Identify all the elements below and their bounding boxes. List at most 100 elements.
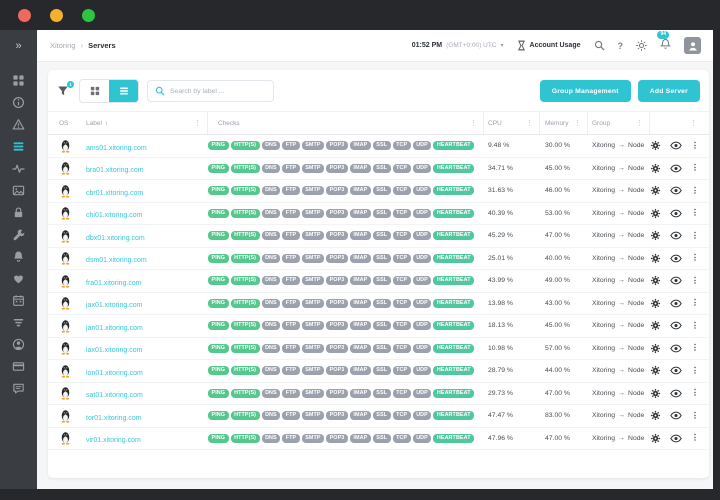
sidebar-item-calendar-icon[interactable]	[8, 294, 30, 307]
row-menu-dots-icon[interactable]: ⋮	[691, 389, 699, 397]
settings-gear-icon[interactable]	[650, 275, 661, 286]
group-cell[interactable]: Xitoring → Node	[588, 390, 650, 397]
row-menu-dots-icon[interactable]: ⋮	[691, 322, 699, 330]
group-cell[interactable]: Xitoring → Node	[588, 232, 650, 239]
list-view-button[interactable]	[109, 80, 138, 102]
row-menu-dots-icon[interactable]: ⋮	[691, 367, 699, 375]
group-cell[interactable]: Xitoring → Node	[588, 277, 650, 284]
column-menu-icon[interactable]: ⋮	[572, 119, 583, 127]
search-input[interactable]	[170, 88, 266, 95]
sidebar-item-lock-icon[interactable]	[8, 206, 30, 219]
group-cell[interactable]: Xitoring → Node	[588, 142, 650, 149]
view-eye-icon[interactable]	[670, 299, 682, 308]
settings-gear-icon[interactable]	[650, 320, 661, 331]
sidebar-item-chat-icon[interactable]	[8, 382, 30, 395]
column-menu-icon[interactable]: ⋮	[192, 119, 203, 127]
sidebar-item-wrench-icon[interactable]	[8, 228, 30, 241]
row-menu-dots-icon[interactable]: ⋮	[691, 187, 699, 195]
view-eye-icon[interactable]	[670, 344, 682, 353]
settings-gear-icon[interactable]	[650, 298, 661, 309]
row-menu-dots-icon[interactable]: ⋮	[691, 277, 699, 285]
group-cell[interactable]: Xitoring → Node	[588, 367, 650, 374]
sidebar-item-card-icon[interactable]	[8, 360, 30, 373]
breadcrumb-root[interactable]: Xitoring	[50, 41, 75, 50]
server-label-link[interactable]: sat01.xitoring.com	[86, 392, 143, 399]
view-eye-icon[interactable]	[670, 434, 682, 443]
server-label-link[interactable]: dsm01.xitoring.com	[86, 257, 147, 264]
view-eye-icon[interactable]	[670, 321, 682, 330]
view-eye-icon[interactable]	[670, 231, 682, 240]
row-menu-dots-icon[interactable]: ⋮	[691, 412, 699, 420]
server-label-link[interactable]: dbx01.xitoring.com	[86, 235, 145, 242]
add-server-button[interactable]: Add Server	[638, 80, 700, 102]
column-header-cpu[interactable]: CPU ⋮	[484, 112, 540, 134]
column-menu-icon[interactable]: ⋮	[524, 119, 535, 127]
row-menu-dots-icon[interactable]: ⋮	[691, 164, 699, 172]
group-cell[interactable]: Xitoring → Node	[588, 210, 650, 217]
column-menu-icon[interactable]: ⋮	[468, 119, 479, 127]
group-cell[interactable]: Xitoring → Node	[588, 165, 650, 172]
timezone-selector[interactable]: 01:52 PM (GMT+0:00) UTC ▾	[412, 42, 504, 49]
group-cell[interactable]: Xitoring → Node	[588, 435, 650, 442]
sidebar-item-filter-lines-icon[interactable]	[8, 316, 30, 329]
settings-gear-icon[interactable]	[650, 388, 661, 399]
server-label-link[interactable]: cbr01.xitoring.com	[86, 190, 143, 197]
view-eye-icon[interactable]	[670, 276, 682, 285]
filter-funnel-icon[interactable]: 1	[57, 85, 69, 97]
server-label-link[interactable]: ams01.xitoring.com	[86, 145, 147, 152]
server-label-link[interactable]: vir01.xitoring.com	[86, 437, 141, 444]
server-label-link[interactable]: lax01.xitoring.com	[86, 347, 142, 354]
group-management-button[interactable]: Group Management	[540, 80, 631, 102]
view-eye-icon[interactable]	[670, 254, 682, 263]
sidebar-item-grid-icon[interactable]	[8, 74, 30, 87]
group-cell[interactable]: Xitoring → Node	[588, 255, 650, 262]
view-eye-icon[interactable]	[670, 411, 682, 420]
row-menu-dots-icon[interactable]: ⋮	[691, 344, 699, 352]
column-header-label[interactable]: Label ↑ ⋮	[86, 112, 208, 134]
user-avatar[interactable]	[684, 37, 701, 54]
search-icon[interactable]	[594, 40, 605, 51]
theme-sun-icon[interactable]	[636, 40, 647, 51]
settings-gear-icon[interactable]	[650, 230, 661, 241]
server-label-link[interactable]: bra01.xitoring.com	[86, 167, 144, 174]
settings-gear-icon[interactable]	[650, 410, 661, 421]
group-cell[interactable]: Xitoring → Node	[588, 300, 650, 307]
sidebar-item-image-icon[interactable]	[8, 184, 30, 197]
group-cell[interactable]: Xitoring → Node	[588, 412, 650, 419]
group-cell[interactable]: Xitoring → Node	[588, 322, 650, 329]
view-eye-icon[interactable]	[670, 209, 682, 218]
settings-gear-icon[interactable]	[650, 163, 661, 174]
account-usage-button[interactable]: Account Usage	[517, 40, 581, 51]
server-label-link[interactable]: lon01.xitoring.com	[86, 370, 143, 377]
sidebar-item-heart-icon[interactable]	[8, 272, 30, 285]
column-menu-icon[interactable]: ⋮	[688, 119, 699, 127]
settings-gear-icon[interactable]	[650, 253, 661, 264]
view-eye-icon[interactable]	[670, 186, 682, 195]
sidebar-item-list-icon[interactable]	[8, 140, 30, 153]
settings-gear-icon[interactable]	[650, 140, 661, 151]
row-menu-dots-icon[interactable]: ⋮	[691, 434, 699, 442]
row-menu-dots-icon[interactable]: ⋮	[691, 254, 699, 262]
server-label-link[interactable]: chi01.xitoring.com	[86, 212, 142, 219]
view-eye-icon[interactable]	[670, 164, 682, 173]
column-header-group[interactable]: Group ⋮	[588, 112, 650, 134]
row-menu-dots-icon[interactable]: ⋮	[691, 232, 699, 240]
column-header-memory[interactable]: Memory ⋮	[540, 112, 588, 134]
help-icon[interactable]: ?	[618, 41, 624, 51]
grid-view-button[interactable]	[80, 80, 109, 102]
row-menu-dots-icon[interactable]: ⋮	[691, 209, 699, 217]
server-label-link[interactable]: jan01.xitoring.com	[86, 325, 143, 332]
sidebar-item-pulse-icon[interactable]	[8, 162, 30, 175]
group-cell[interactable]: Xitoring → Node	[588, 345, 650, 352]
minimize-window-icon[interactable]	[50, 9, 63, 22]
column-menu-icon[interactable]: ⋮	[634, 119, 645, 127]
sidebar-item-info-icon[interactable]	[8, 96, 30, 109]
sidebar-item-bell-icon[interactable]	[8, 250, 30, 263]
settings-gear-icon[interactable]	[650, 343, 661, 354]
row-menu-dots-icon[interactable]: ⋮	[691, 142, 699, 150]
sidebar-item-warning-icon[interactable]	[8, 118, 30, 131]
close-window-icon[interactable]	[18, 9, 31, 22]
server-label-link[interactable]: tor01.xitoring.com	[86, 415, 142, 422]
settings-gear-icon[interactable]	[650, 208, 661, 219]
view-eye-icon[interactable]	[670, 366, 682, 375]
